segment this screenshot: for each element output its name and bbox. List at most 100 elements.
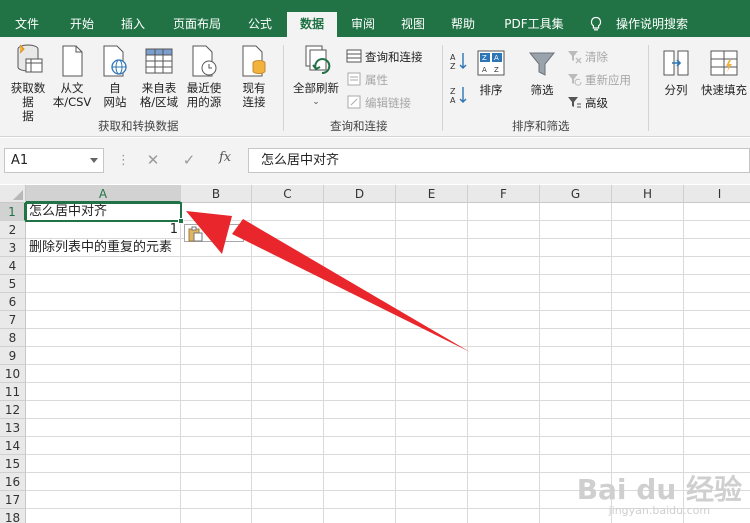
from-table-label-2: 格/区域 [139, 95, 179, 109]
svg-text:A: A [450, 96, 456, 105]
recent-sources-button[interactable]: 最近使 用的源 [182, 43, 226, 109]
tab-view[interactable]: 视图 [390, 12, 436, 37]
tab-page-layout[interactable]: 页面布局 [165, 12, 229, 37]
sort-ascending-button[interactable]: A Z [448, 51, 470, 73]
row-header-11[interactable]: 11 [0, 383, 26, 401]
from-text-csv-button[interactable]: 从文 本/CSV [50, 43, 94, 109]
get-data-label-2: 据 [22, 109, 34, 123]
row-header-2[interactable]: 2 [0, 221, 26, 239]
existing-connections-button[interactable]: 现有 连接 [236, 43, 272, 109]
group-separator [283, 45, 284, 131]
row-header-14[interactable]: 14 [0, 437, 26, 455]
tab-pdf-tools[interactable]: PDF工具集 [494, 12, 574, 37]
tab-home[interactable]: 开始 [57, 12, 107, 37]
column-header-b[interactable]: B [181, 185, 252, 203]
row-header-6[interactable]: 6 [0, 293, 26, 311]
column-header-f[interactable]: F [468, 185, 540, 203]
row-header-1[interactable]: 1 [0, 203, 26, 221]
row-header-17[interactable]: 17 [0, 491, 26, 509]
svg-text:Z: Z [482, 54, 487, 62]
properties-button[interactable]: 属性 [346, 71, 388, 88]
column-header-g[interactable]: G [540, 185, 612, 203]
sort-descending-button[interactable]: Z A [448, 85, 470, 107]
column-header-i[interactable]: I [684, 185, 750, 203]
clear-filter-button[interactable]: 清除 [566, 48, 608, 65]
tab-insert[interactable]: 插入 [108, 12, 158, 37]
column-header-d[interactable]: D [324, 185, 396, 203]
row-header-12[interactable]: 12 [0, 401, 26, 419]
grid-row-line [26, 310, 750, 311]
grid-column-line [180, 203, 181, 523]
from-table-label: 来自表 [141, 81, 177, 95]
filter-button[interactable]: 筛选 [525, 49, 559, 97]
cancel-entry-button[interactable]: ✕ [142, 150, 164, 170]
tab-help[interactable]: 帮助 [440, 12, 486, 37]
grid-row-line [26, 400, 750, 401]
formula-input[interactable]: 怎么居中对齐 [248, 148, 750, 173]
lightbulb-icon [590, 16, 602, 31]
chevron-down-icon[interactable] [90, 158, 98, 163]
grid-row-line [26, 382, 750, 383]
row-header-4[interactable]: 4 [0, 257, 26, 275]
grid-column-line [251, 203, 252, 523]
text-file-icon [62, 45, 83, 77]
row-header-13[interactable]: 13 [0, 419, 26, 437]
reapply-filter-icon [568, 74, 582, 86]
flash-fill-label: 快速填充 [701, 83, 747, 97]
tab-data[interactable]: 数据 [287, 12, 337, 37]
cell-a2[interactable]: 1 [28, 221, 178, 239]
get-data-button[interactable]: 获取数据 据 [6, 43, 50, 123]
clear-filter-label: 清除 [585, 50, 608, 64]
from-web-button[interactable]: 自 网站 [96, 43, 134, 109]
tab-formulas[interactable]: 公式 [236, 12, 284, 37]
insert-function-button[interactable]: fx [219, 150, 231, 165]
cell-a3[interactable]: 删除列表中的重复的元素 [29, 239, 172, 257]
tab-review[interactable]: 审阅 [340, 12, 386, 37]
existing-connections-label: 现有 [242, 81, 266, 95]
column-header-c[interactable]: C [252, 185, 324, 203]
grid-row-line [26, 364, 750, 365]
name-box[interactable]: A1 [4, 148, 104, 173]
column-header-e[interactable]: E [396, 185, 468, 203]
row-header-15[interactable]: 15 [0, 455, 26, 473]
sort-az-icon: A Z [450, 53, 467, 71]
paste-options-button[interactable] [184, 224, 244, 242]
svg-text:Z: Z [494, 66, 499, 74]
sort-za-icon: Z A [450, 87, 467, 105]
row-header-8[interactable]: 8 [0, 329, 26, 347]
refresh-all-button[interactable]: 全部刷新 ⌄ [290, 43, 342, 109]
grid-row-line [26, 346, 750, 347]
grid-row-line [26, 418, 750, 419]
tab-file[interactable]: 文件 [2, 12, 52, 37]
row-header-10[interactable]: 10 [0, 365, 26, 383]
row-header-16[interactable]: 16 [0, 473, 26, 491]
row-header-9[interactable]: 9 [0, 347, 26, 365]
confirm-entry-button[interactable]: ✓ [178, 150, 200, 170]
existing-connections-icon [242, 45, 266, 77]
grid-column-line [539, 203, 540, 523]
watermark-brand: Bai du 经验 [576, 473, 742, 506]
row-header-7[interactable]: 7 [0, 311, 26, 329]
row-header-18[interactable]: 18 [0, 509, 26, 523]
edit-links-button[interactable]: 编辑链接 [346, 94, 411, 111]
row-header-5[interactable]: 5 [0, 275, 26, 293]
sort-button[interactable]: Z A A Z 排序 [474, 49, 508, 97]
group-separator [442, 45, 443, 131]
column-header-h[interactable]: H [612, 185, 684, 203]
row-header-3[interactable]: 3 [0, 239, 26, 257]
clipboard-icon [188, 226, 203, 242]
sort-filter-group-label: 排序和筛选 [512, 119, 570, 133]
column-header-a[interactable]: A [26, 185, 181, 203]
from-text-csv-label-2: 本/CSV [52, 95, 92, 109]
select-all-corner[interactable] [0, 185, 26, 203]
queries-connections-button[interactable]: 查询和连接 [346, 48, 423, 65]
text-to-columns-button[interactable]: 分列 [656, 49, 696, 97]
advanced-filter-button[interactable]: 高级 [566, 94, 608, 111]
flash-fill-button[interactable]: 快速填充 [698, 49, 750, 97]
advanced-filter-icon [568, 97, 581, 108]
tell-me-search[interactable]: 操作说明搜索 [610, 12, 694, 37]
from-table-range-button[interactable]: 来自表 格/区域 [136, 43, 182, 109]
svg-text:A: A [494, 54, 499, 62]
reapply-filter-button[interactable]: 重新应用 [566, 71, 631, 88]
svg-text:Z: Z [450, 62, 456, 71]
